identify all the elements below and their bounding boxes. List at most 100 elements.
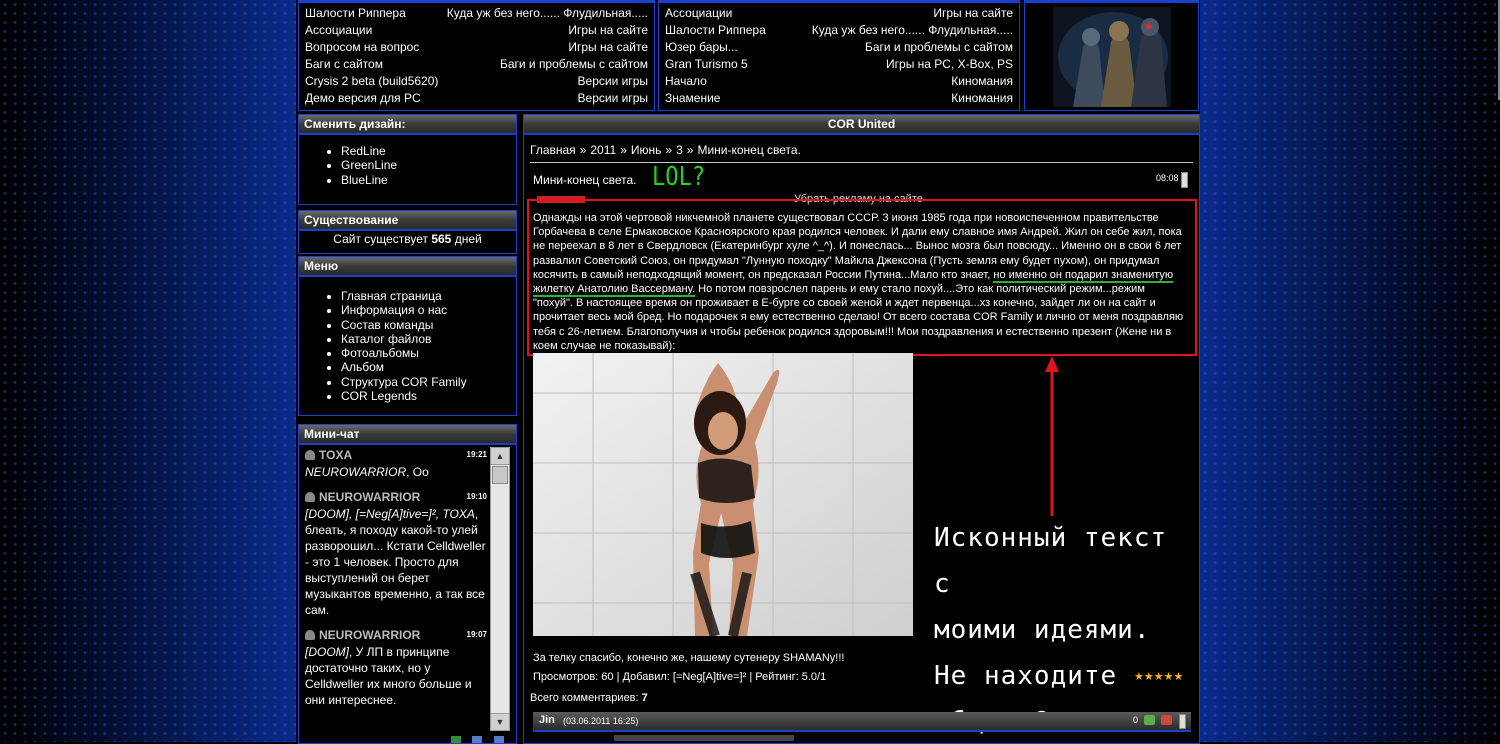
chat-username[interactable]: NEUROWARRIOR <box>319 628 420 642</box>
chat-mentions: [DOOM] <box>305 645 349 659</box>
comment-menu-icon[interactable] <box>1179 714 1186 729</box>
forum-topic-row: Демо версия для PC Версии игры <box>299 90 654 107</box>
background-left <box>0 0 296 742</box>
user-icon <box>305 450 315 460</box>
news-time-icon <box>1181 172 1188 188</box>
chat-scroll-down[interactable]: ▼ <box>491 713 509 730</box>
menu-item[interactable]: Альбом <box>341 360 516 374</box>
topic-link[interactable]: Баги с сайтом <box>305 56 383 73</box>
chat-smile-icon[interactable] <box>451 736 461 743</box>
topic-link[interactable]: Шалости Риппера <box>305 5 406 22</box>
recent-forum-topics-2: Ассоциации Игры на сайте Шалости Риппера Ку… <box>658 0 1020 111</box>
menu-item[interactable]: Главная страница <box>341 289 516 303</box>
comment-votes: 0 <box>1133 715 1139 725</box>
topic-link[interactable]: Crysis 2 beta (build5620) <box>305 73 438 90</box>
menu-box: Меню Главная страницаИнформация о насСос… <box>298 256 517 416</box>
topic-link[interactable]: Вопросом на вопрос <box>305 39 419 56</box>
menu-title: Меню <box>299 257 516 277</box>
forum-topic-row: Шалости Риппера Куда уж без него...... Фл… <box>299 5 654 22</box>
recent-forum-topics-1: Шалости Риппера Куда уж без него...... Фл… <box>298 0 655 111</box>
present-photo <box>533 353 913 636</box>
chat-time: 19:10 <box>466 492 487 501</box>
topic-link[interactable]: Знамение <box>665 90 720 107</box>
topic-link[interactable]: Юзер бары... <box>665 39 738 56</box>
chat-tools <box>451 733 504 743</box>
breadcrumb-separator: » <box>665 143 673 157</box>
chat-mentions: [DOOM], [=Neg[A]tive=]², TOXA <box>305 507 475 521</box>
chat-scroll-thumb[interactable] <box>492 466 508 484</box>
forum-topic-row: Crysis 2 beta (build5620) Версии игры <box>299 73 654 90</box>
main-title: COR United <box>524 115 1199 135</box>
breadcrumb-separator: » <box>686 143 694 157</box>
forum-topic-row: Знамение Киномания <box>659 90 1019 107</box>
menu-item[interactable]: Структура COR Family <box>341 375 516 389</box>
breadcrumb-separator: » <box>620 143 627 157</box>
menu-item[interactable]: Состав команды <box>341 318 516 332</box>
menu-item[interactable]: Фотоальбомы <box>341 346 516 360</box>
chat-username[interactable]: TOXA <box>319 448 352 462</box>
menu-item[interactable]: Каталог файлов <box>341 332 516 346</box>
topic-category-link[interactable]: Киномания <box>951 90 1013 107</box>
site-age-title: Существование <box>299 211 516 231</box>
forum-topic-row: Начало Киномания <box>659 73 1019 90</box>
topic-category-link[interactable]: Киномания <box>951 73 1013 90</box>
chat-username[interactable]: NEUROWARRIOR <box>319 490 420 504</box>
thanks-text: За телку спасибо, конечно же, нашему сут… <box>533 652 845 664</box>
topic-category-link[interactable]: Баги и проблемы с сайтом <box>500 56 648 73</box>
chat-refresh-icon[interactable] <box>472 736 483 743</box>
topic-category-link[interactable]: Игры на сайте <box>568 22 648 39</box>
annotation-text: Исконный текст с моими идеями. Не находи… <box>934 523 1168 737</box>
comment-author[interactable]: Jin <box>539 714 555 726</box>
topic-category-link[interactable]: Куда уж без него...... Флудильная..... <box>447 5 648 22</box>
red-arrow <box>1045 356 1059 516</box>
forum-topic-row: Gran Turismo 5 Игры на PC, X-Box, PS <box>659 56 1019 73</box>
topic-link[interactable]: Демо версия для PC <box>305 90 421 107</box>
forum-topic-row: Ассоциации Игры на сайте <box>299 22 654 39</box>
site-age-text: Сайт существует 565 дней <box>333 232 482 246</box>
chat-scrollbar[interactable]: ▲ ▼ <box>490 447 510 731</box>
forum-topic-row: Шалости Риппера Куда уж без него...... Фл… <box>659 22 1019 39</box>
comments-count: Всего комментариев: 7 <box>530 692 648 704</box>
user-icon <box>305 492 315 502</box>
news-body: Однажды на этой чертовой никчемной плане… <box>533 212 1184 352</box>
breadcrumb-item[interactable]: 3 <box>676 143 683 157</box>
forum-topic-row: Ассоциации Игры на сайте <box>659 5 1019 22</box>
chat-scroll-up[interactable]: ▲ <box>491 448 509 465</box>
user-icon <box>305 630 315 640</box>
breadcrumb-item[interactable]: Главная <box>530 143 576 157</box>
menu-item[interactable]: Информация о нас <box>341 303 516 317</box>
rating-stars[interactable]: ★★★★★ <box>1134 669 1183 683</box>
topic-category-link[interactable]: Версии игры <box>578 90 648 107</box>
topic-link[interactable]: Gran Turismo 5 <box>665 56 748 73</box>
design-option[interactable]: GreenLine <box>341 158 516 172</box>
topic-link[interactable]: Начало <box>665 73 707 90</box>
topic-category-link[interactable]: Игры на сайте <box>933 5 1013 22</box>
chat-text: , блеать, я походу какой-то улей разворо… <box>305 507 486 617</box>
comment-date: (03.06.2011 16:25) <box>563 716 639 726</box>
design-option[interactable]: BlueLine <box>341 173 516 187</box>
forum-topic-row: Юзер бары... Баги и проблемы с сайтом <box>659 39 1019 56</box>
breadcrumb-item[interactable]: Июнь <box>631 143 662 157</box>
topic-category-link[interactable]: Игры на сайте <box>568 39 648 56</box>
topic-link[interactable]: Ассоциации <box>665 5 732 22</box>
menu-item[interactable]: COR Legends <box>341 389 516 403</box>
topic-category-link[interactable]: Баги и проблемы с сайтом <box>865 39 1013 56</box>
design-option[interactable]: RedLine <box>341 144 516 158</box>
topic-category-link[interactable]: Игры на PC, X-Box, PS <box>886 56 1013 73</box>
thumbs-up-icon[interactable] <box>1144 715 1155 725</box>
site-age-box: Существование Сайт существует 565 дней <box>298 210 517 254</box>
thumbs-down-icon[interactable] <box>1161 715 1172 725</box>
comment-body-start <box>614 735 794 741</box>
mini-chat-title: Мини-чат <box>299 425 516 445</box>
topic-category-link[interactable]: Версии игры <box>578 73 648 90</box>
chat-message: NEUROWARRIOR 19:07 [DOOM], У ЛП в принципе… <box>305 628 487 708</box>
news-title: Мини-конец света. <box>533 173 637 187</box>
topic-link[interactable]: Шалости Риппера <box>665 22 766 39</box>
breadcrumb-item[interactable]: 2011 <box>590 143 616 157</box>
main-content-box: COR United Главная» 2011» Июнь» 3» Мини-коне… <box>523 114 1200 744</box>
breadcrumb: Главная» 2011» Июнь» 3» Мини-конец света. <box>530 143 801 157</box>
chat-help-icon[interactable] <box>493 736 504 743</box>
topic-link[interactable]: Ассоциации <box>305 22 372 39</box>
chat-time: 19:07 <box>466 630 487 639</box>
topic-category-link[interactable]: Куда уж без него...... Флудильная..... <box>812 22 1013 39</box>
